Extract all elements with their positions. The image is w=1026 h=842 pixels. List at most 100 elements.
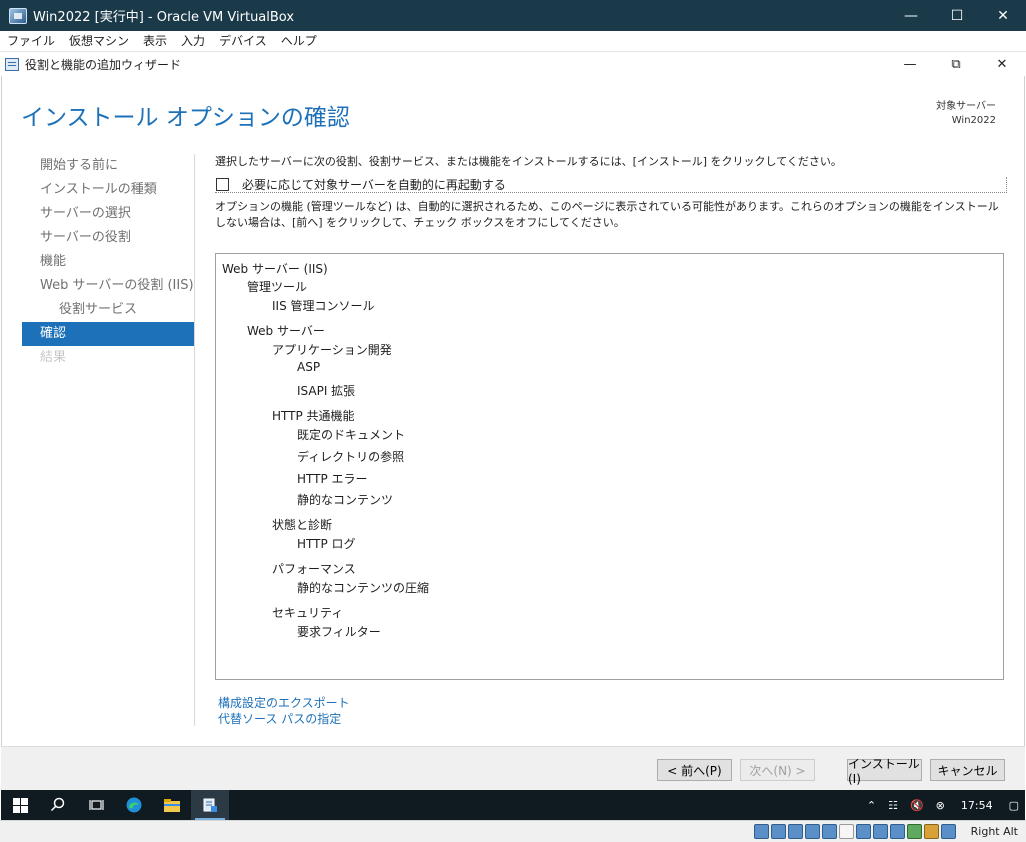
wizard-links: 構成設定のエクスポート 代替ソース パスの指定: [218, 695, 350, 727]
cancel-button[interactable]: キャンセル: [930, 759, 1005, 781]
wizard-window-controls: — ⧉ ✕: [887, 52, 1025, 76]
confirmation-content: 選択したサーバーに次の役割、役割サービス、または機能をインストールするには、[イ…: [215, 154, 1007, 231]
keyboard-capture-icon[interactable]: [941, 824, 956, 839]
file-explorer-icon[interactable]: [153, 790, 191, 820]
wizard-restore-button[interactable]: ⧉: [933, 52, 979, 76]
summary-item: アプリケーション開発: [272, 343, 392, 357]
summary-item: ISAPI 拡張: [297, 384, 356, 398]
summary-item: IIS 管理コンソール: [272, 299, 375, 313]
maximize-button[interactable]: ☐: [934, 0, 980, 31]
nav-item-features[interactable]: 機能: [22, 250, 194, 274]
volume-muted-icon[interactable]: 🔇: [904, 799, 930, 812]
summary-item: HTTP 共通機能: [272, 409, 355, 423]
network-icon[interactable]: ☷: [882, 799, 904, 812]
audio-icon[interactable]: [788, 824, 803, 839]
nav-item-role-services[interactable]: 役割サービス: [22, 298, 194, 322]
window-controls: — ☐ ✕: [888, 0, 1026, 31]
summary-item: ASP: [297, 360, 321, 374]
nav-divider: [194, 154, 195, 726]
network-adapter-icon[interactable]: [805, 824, 820, 839]
auto-restart-label[interactable]: 必要に応じて対象サーバーを自動的に再起動する: [242, 176, 506, 193]
menu-help[interactable]: ヘルプ: [274, 31, 324, 52]
display-icon[interactable]: [856, 824, 871, 839]
notification-error-icon[interactable]: ⊗: [930, 799, 951, 812]
virtualbox-menubar: ファイル 仮想マシン 表示 入力 デバイス ヘルプ: [0, 31, 1026, 52]
usb-icon[interactable]: [822, 824, 837, 839]
auto-restart-checkbox[interactable]: [216, 178, 229, 191]
search-icon[interactable]: [39, 790, 77, 820]
summary-item: HTTP ログ: [297, 537, 356, 551]
intro-text: 選択したサーバーに次の役割、役割サービス、または機能をインストールするには、[イ…: [215, 155, 842, 168]
task-view-icon[interactable]: [77, 790, 115, 820]
optional-features-note: オプションの機能 (管理ツールなど) は、自動的に選択されるため、このページに表…: [215, 200, 999, 229]
summary-item: HTTP エラー: [297, 472, 368, 486]
start-button[interactable]: [1, 790, 39, 820]
menu-input[interactable]: 入力: [174, 31, 212, 52]
device-status-icons: [754, 824, 956, 839]
target-server-name: Win2022: [951, 115, 996, 126]
action-center-icon[interactable]: ▢: [1003, 799, 1025, 812]
nav-item-server-roles[interactable]: サーバーの役割: [22, 226, 194, 250]
summary-item: ディレクトリの参照: [297, 450, 405, 464]
summary-item: セキュリティ: [272, 606, 344, 620]
recording-icon[interactable]: [873, 824, 888, 839]
server-manager-icon: [5, 57, 19, 71]
summary-item: パフォーマンス: [272, 562, 356, 576]
menu-devices[interactable]: デバイス: [212, 31, 274, 52]
auto-restart-option[interactable]: 必要に応じて対象サーバーを自動的に再起動する: [215, 177, 1007, 193]
wizard-button-bar: < 前へ(P) 次へ(N) > インストール(I) キャンセル: [1, 746, 1025, 790]
guest-additions-icon[interactable]: [907, 824, 922, 839]
minimize-button[interactable]: —: [888, 0, 934, 31]
summary-item: 管理ツール: [247, 280, 308, 294]
wizard-title: 役割と機能の追加ウィザード: [25, 57, 182, 72]
vt-x-icon[interactable]: [890, 824, 905, 839]
host-key-label: Right Alt: [970, 825, 1018, 838]
window-title: Win2022 [実行中] - Oracle VM VirtualBox: [33, 10, 295, 25]
wizard-close-button[interactable]: ✕: [979, 52, 1025, 76]
summary-item: 要求フィルター: [297, 625, 381, 639]
wizard-minimize-button[interactable]: —: [887, 52, 933, 76]
edge-browser-icon[interactable]: [115, 790, 153, 820]
nav-item-confirmation[interactable]: 確認: [22, 322, 194, 346]
nav-item-results: 結果: [40, 350, 67, 365]
menu-view[interactable]: 表示: [136, 31, 174, 52]
hard-disk-icon[interactable]: [754, 824, 769, 839]
page-title: インストール オプションの確認: [21, 105, 350, 131]
summary-item: 状態と診断: [272, 518, 333, 532]
server-manager-taskbar-icon[interactable]: [191, 790, 229, 820]
nav-item-server-selection[interactable]: サーバーの選択: [22, 202, 194, 226]
mouse-integration-icon[interactable]: [924, 824, 939, 839]
windows-logo-icon: [12, 797, 28, 813]
virtualbox-statusbar: Right Alt: [0, 820, 1026, 842]
nav-item-installation-type[interactable]: インストールの種類: [22, 178, 194, 202]
menu-machine[interactable]: 仮想マシン: [62, 31, 136, 52]
optical-drive-icon[interactable]: [771, 824, 786, 839]
wizard-titlebar: 役割と機能の追加ウィザード — ⧉ ✕: [1, 52, 1025, 76]
next-button: 次へ(N) >: [740, 759, 815, 781]
clock[interactable]: 17:54: [951, 799, 1003, 812]
installation-summary-list: Web サーバー (IIS) 管理ツール IIS 管理コンソール Web サーバ…: [215, 253, 1004, 680]
wizard-nav: 開始する前に インストールの種類 サーバーの選択 サーバーの役割 機能 Web …: [22, 154, 194, 370]
virtualbox-titlebar: Win2022 [実行中] - Oracle VM VirtualBox — ☐…: [0, 0, 1026, 31]
virtualbox-icon: [9, 7, 27, 24]
target-server-label: 対象サーバー: [936, 101, 996, 112]
summary-item: Web サーバー (IIS): [222, 262, 328, 276]
summary-item: Web サーバー: [247, 324, 325, 338]
wizard-body: インストール オプションの確認 対象サーバー Win2022 開始する前に イン…: [1, 76, 1025, 746]
install-button[interactable]: インストール(I): [847, 757, 922, 786]
system-tray: ⌃ ☷ 🔇 ⊗ 17:54 ▢: [861, 790, 1025, 820]
previous-button[interactable]: < 前へ(P): [657, 759, 732, 781]
chevron-up-icon[interactable]: ⌃: [861, 799, 882, 812]
summary-item: 既定のドキュメント: [297, 428, 406, 442]
menu-file[interactable]: ファイル: [0, 31, 62, 52]
alternate-source-path-link[interactable]: 代替ソース パスの指定: [218, 711, 350, 727]
nav-item-web-server-role[interactable]: Web サーバーの役割 (IIS): [22, 274, 194, 298]
summary-item: 静的なコンテンツ: [297, 493, 394, 507]
close-button[interactable]: ✕: [980, 0, 1026, 31]
summary-item: 静的なコンテンツの圧縮: [297, 581, 430, 595]
target-server-info: 対象サーバー Win2022: [936, 100, 996, 128]
shared-folders-icon[interactable]: [839, 824, 854, 839]
nav-item-before-you-begin[interactable]: 開始する前に: [22, 154, 194, 178]
guest-taskbar: ⌃ ☷ 🔇 ⊗ 17:54 ▢: [1, 790, 1025, 820]
export-configuration-link[interactable]: 構成設定のエクスポート: [218, 695, 350, 711]
